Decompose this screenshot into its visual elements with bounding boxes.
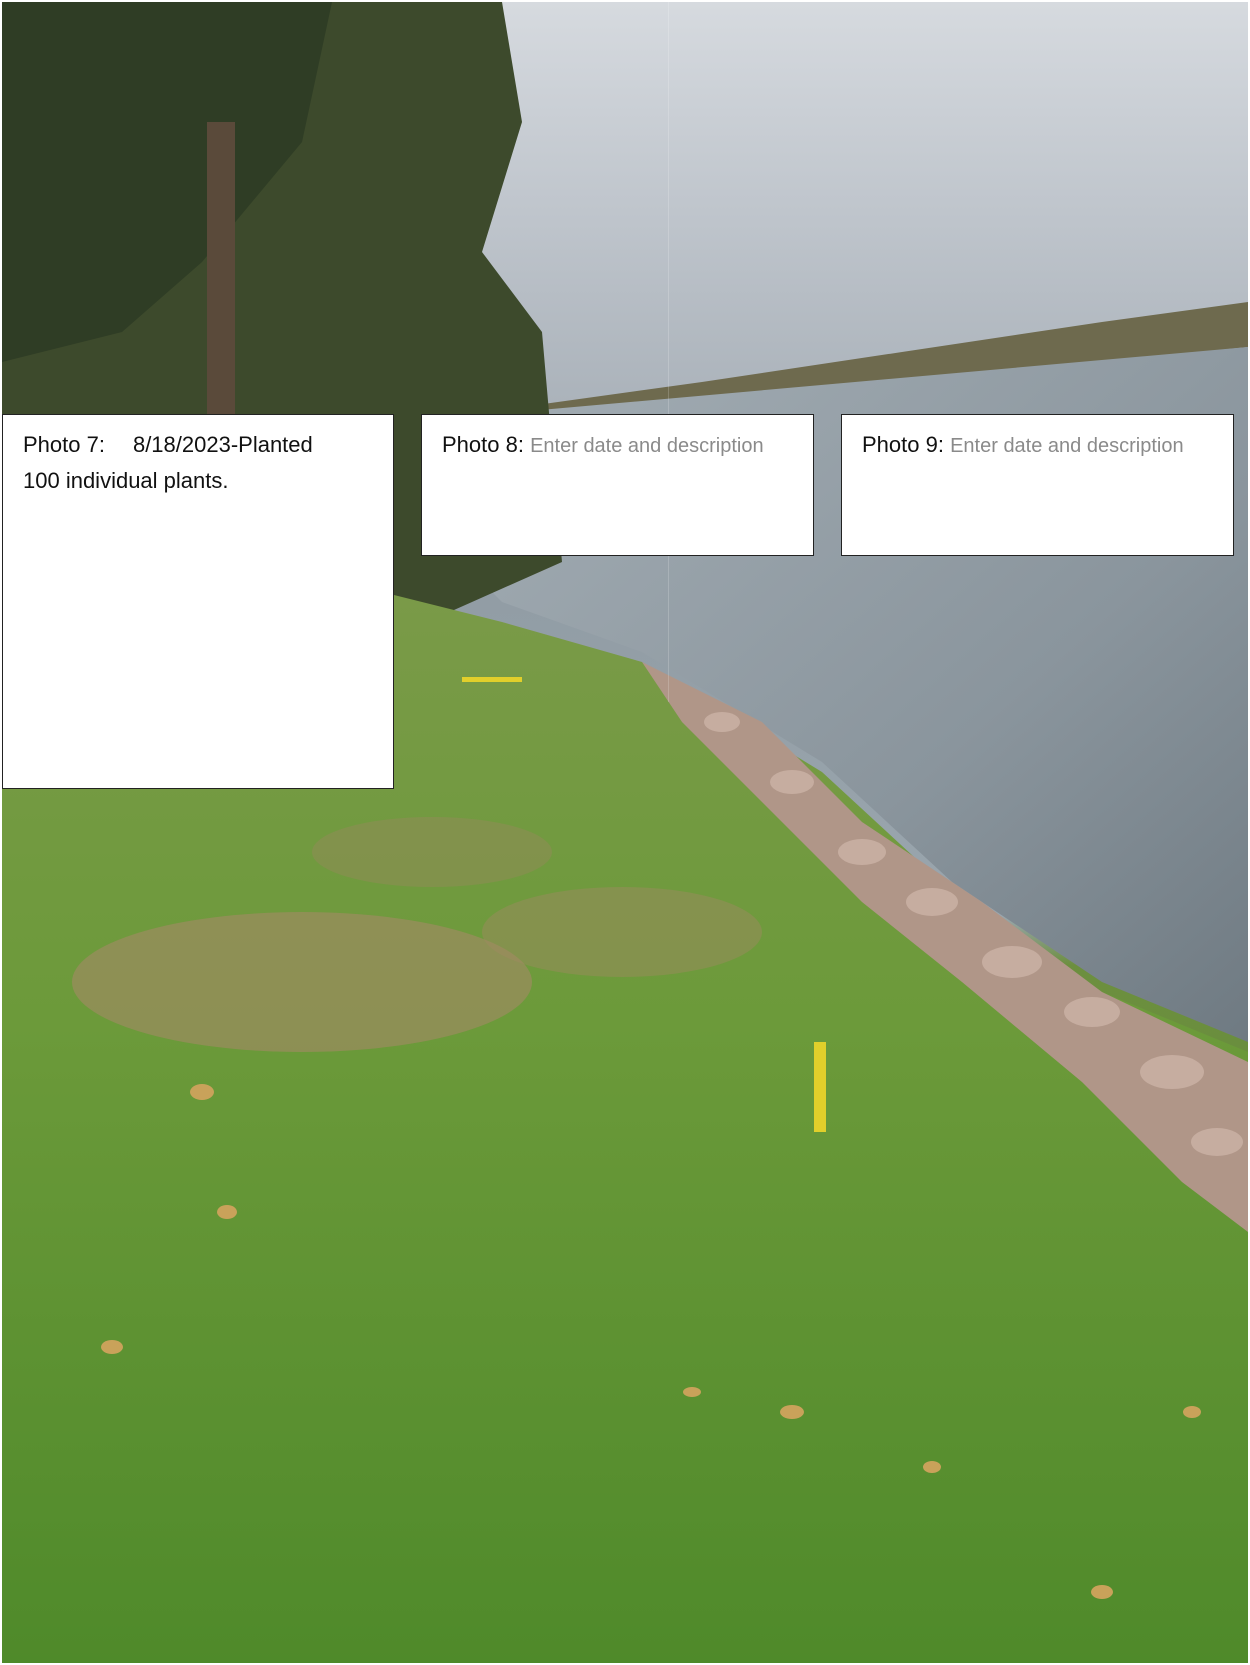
photo-7-label: Photo 7:	[23, 432, 105, 457]
photo-seam	[668, 2, 669, 702]
photo-8-placeholder[interactable]: Enter date and description	[530, 435, 764, 457]
photo-9-label: Photo 9:	[862, 432, 944, 457]
document-page: Photo 7: 8/18/2023-Planted 100 individual…	[0, 0, 1250, 1665]
photo-7-caption-box[interactable]: Photo 7: 8/18/2023-Planted 100 individual…	[2, 414, 394, 789]
photo-8-label: Photo 8:	[442, 432, 524, 457]
photo-8-caption-box[interactable]: Photo 8: Enter date and description	[421, 414, 814, 556]
photo-9-caption-box[interactable]: Photo 9: Enter date and description	[841, 414, 1234, 556]
shoreline-photo-image	[2, 2, 1248, 1663]
photo-9-placeholder[interactable]: Enter date and description	[950, 435, 1184, 457]
shoreline-photo	[2, 2, 1248, 1663]
photo-7-description: 100 individual plants.	[23, 468, 229, 493]
photo-7-date: 8/18/2023-Planted	[132, 432, 313, 457]
